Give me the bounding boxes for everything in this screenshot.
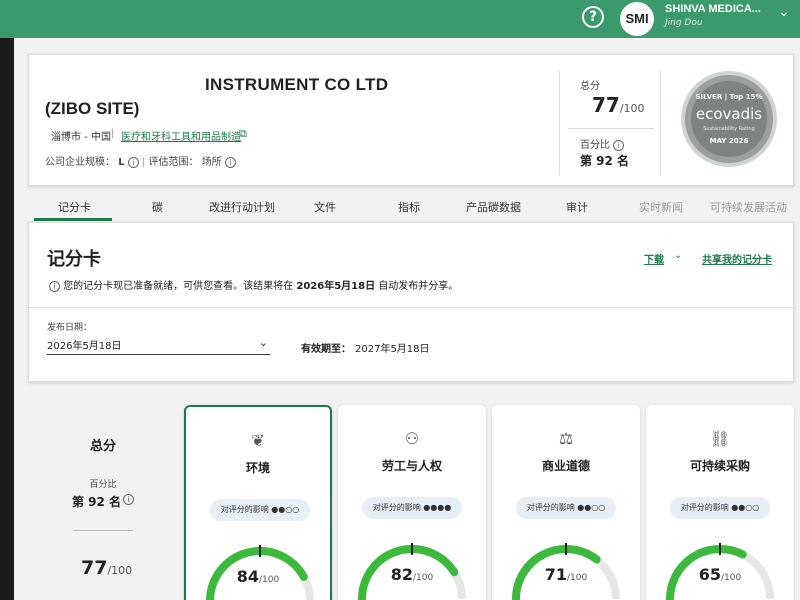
total-score-label: 总分	[580, 81, 600, 92]
scorecard-panel: 记分卡 下载 ⌄ 共享我的记分卡 i 您的记分卡现已准备就绪，可供您查看。该结果…	[28, 222, 794, 382]
scope-value: 场所	[201, 157, 222, 168]
chevron-down-icon[interactable]: ⌄	[778, 4, 790, 20]
impact-badge: 对评分的影响 ●●○○	[516, 497, 616, 519]
theme-card-environment[interactable]: ❦ 环境 对评分的影响 ●●○○ 84/100	[184, 405, 332, 600]
top-header: ? SMI SHINVA MEDICA... Jing Dou ⌄	[0, 0, 800, 38]
theme-score: 65/100	[698, 565, 742, 584]
download-button[interactable]: 下载	[644, 251, 664, 266]
chain-link-icon: ⛓	[709, 429, 731, 448]
info-icon[interactable]: i	[127, 156, 139, 168]
theme-name: 商业道德	[541, 459, 590, 473]
scorecard-title: 记分卡	[47, 249, 101, 270]
medal-brand: ecovadis	[695, 105, 763, 123]
share-scorecard-link[interactable]: 共享我的记分卡	[702, 251, 772, 266]
tab-action-plan[interactable]: 改进行动计划	[209, 199, 275, 215]
tab-carbon[interactable]: 碳	[152, 199, 163, 215]
percentile-label: 百分比 i	[580, 136, 625, 151]
info-icon[interactable]: i	[613, 139, 625, 151]
valid-until-value: 2027年5月18日	[355, 344, 430, 355]
external-link-icon[interactable]: ⧉	[239, 127, 247, 141]
scales-icon: ⚖	[558, 429, 574, 448]
score-gauge	[512, 543, 620, 600]
active-tab-indicator	[34, 218, 112, 221]
left-sidebar	[0, 38, 14, 600]
theme-card-labor-human-rights[interactable]: ⚇ 劳工与人权 对评分的影响 ●●●● 82/100	[338, 405, 486, 600]
score-gauge	[206, 545, 314, 600]
company-site: (ZIBO SITE)	[45, 99, 140, 118]
theme-name: 环境	[245, 461, 270, 475]
info-icon[interactable]: i	[123, 494, 134, 505]
people-icon: ⚇	[404, 429, 420, 448]
industry-link[interactable]: 医疗和牙科工具和用品制造	[121, 128, 241, 143]
theme-name: 可持续采购	[689, 459, 750, 473]
publish-date-value: 2026年5月18日	[47, 341, 122, 352]
help-icon[interactable]: ?	[582, 6, 604, 28]
impact-badge: 对评分的影响 ●●○○	[210, 499, 310, 521]
percentile-value: 第 92 名	[580, 154, 630, 168]
divider	[73, 530, 133, 531]
info-icon[interactable]: i	[224, 156, 236, 168]
medal-level: SILVER | Top 15%	[695, 93, 763, 101]
theme-score: 84/100	[236, 567, 280, 586]
impact-badge: 对评分的影响 ●●○○	[670, 497, 770, 519]
ecovadis-medal: SILVER | Top 15% ecovadis Sustainability…	[681, 71, 777, 167]
score-summary: 总分 77/100 百分比 i 第 92 名	[559, 71, 661, 175]
tab-sustainability-activities[interactable]: 可持续发展活动	[710, 199, 787, 215]
divider	[568, 128, 654, 129]
avatar[interactable]: SMI	[620, 2, 654, 36]
publish-notice: i 您的记分卡现已准备就绪，可供您查看。该结果将在 2026年5月18日 自动发…	[49, 277, 458, 292]
chevron-down-icon: ⌄	[258, 336, 268, 349]
divider	[29, 307, 793, 308]
medal-date: MAY 2026	[709, 137, 749, 145]
theme-name: 劳工与人权	[381, 459, 442, 473]
size-value: L	[118, 157, 125, 168]
scope-label: 评估范围：	[148, 157, 199, 168]
theme-score: 71/100	[544, 565, 588, 584]
impact-badge: 对评分的影响 ●●●●	[362, 497, 462, 519]
size-label: 公司企业规模：	[45, 157, 115, 168]
tab-documents[interactable]: 文件	[314, 199, 336, 215]
tab-product-carbon[interactable]: 产品碳数据	[466, 199, 521, 215]
user-company-name[interactable]: SHINVA MEDICA...	[665, 3, 761, 15]
tab-indicators[interactable]: 指标	[398, 199, 420, 215]
score-gauge	[666, 543, 774, 600]
tab-bar: 记分卡 碳 改进行动计划 文件 指标 产品碳数据 审计 实时新闻 可持续发展活动	[28, 192, 794, 222]
theme-card-sustainable-procurement[interactable]: ⛓ 可持续采购 对评分的影响 ●●○○ 65/100	[646, 405, 794, 600]
company-title: INSTRUMENT CO LTD	[205, 75, 389, 94]
theme-score: 82/100	[390, 565, 434, 584]
publish-date-select[interactable]: 2026年5月18日 ⌄	[47, 335, 270, 355]
total-score-value: 77/100	[592, 93, 645, 117]
separator: |	[111, 128, 115, 139]
company-location: 淄博市 - 中国	[51, 132, 111, 143]
valid-until-label: 有效期至：	[301, 344, 351, 355]
chevron-down-icon[interactable]: ⌄	[674, 250, 682, 261]
overall-score-value: 77/100	[81, 557, 133, 579]
user-name: Jing Dou	[665, 18, 703, 28]
medal-subtitle: Sustainability Rating	[703, 126, 755, 132]
overall-percentile-value: 第 92 名	[72, 495, 122, 509]
tab-scorecard[interactable]: 记分卡	[58, 199, 91, 215]
publish-date-label: 发布日期：	[47, 323, 93, 333]
overall-score: 总分 百分比 第 92 名 i 77/100	[28, 405, 178, 600]
overall-title: 总分	[89, 439, 116, 454]
tab-audit[interactable]: 审计	[566, 199, 588, 215]
info-icon: i	[49, 280, 60, 292]
leaf-icon: ❦	[251, 431, 265, 450]
overall-percentile-label: 百分比	[89, 480, 117, 490]
company-meta: 公司企业规模： L i | 评估范围： 场所 i	[45, 153, 236, 168]
company-card: INSTRUMENT CO LTD (ZIBO SITE) 淄博市 - 中国 |…	[28, 54, 794, 186]
tab-live-news[interactable]: 实时新闻	[639, 199, 683, 215]
theme-card-ethics[interactable]: ⚖ 商业道德 对评分的影响 ●●○○ 71/100	[492, 405, 640, 600]
score-gauge	[358, 543, 466, 600]
